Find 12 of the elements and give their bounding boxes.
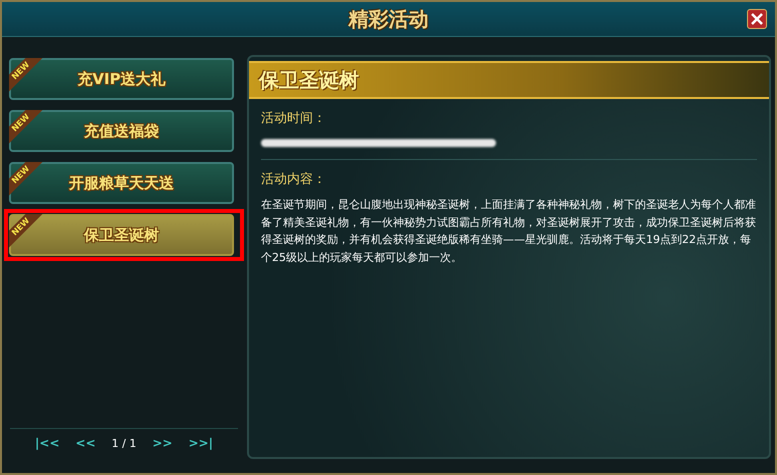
last-page-button[interactable]: >>| (188, 436, 213, 450)
close-button[interactable] (747, 9, 767, 29)
previous-page-button[interactable]: << (76, 436, 96, 450)
activity-title: 保卫圣诞树 (259, 66, 359, 94)
first-page-button[interactable]: |<< (35, 436, 60, 450)
time-label: 活动时间： (261, 110, 327, 127)
content-label: 活动内容： (261, 171, 327, 188)
close-icon (751, 13, 763, 25)
next-page-button[interactable]: >> (152, 436, 172, 450)
page-indicator: 1 / 1 (112, 436, 136, 450)
window-title: 精彩活动 (348, 6, 428, 32)
activity-description: 在圣诞节期间，昆仑山腹地出现神秘圣诞树，上面挂满了各种神秘礼物，树下的圣诞老人为每个人都准备了精美圣诞礼物，有一伙神秘势力试图霸占所有礼物，对圣诞树展开了攻击，成功保卫圣诞树后将获得圣诞树的奖励，并有机会获得圣诞绝版稀有坐骑——星光驯鹿。活动将于每天19点到22点开放，每个25级以上的玩家每天都可以参加一次。 (261, 197, 757, 266)
